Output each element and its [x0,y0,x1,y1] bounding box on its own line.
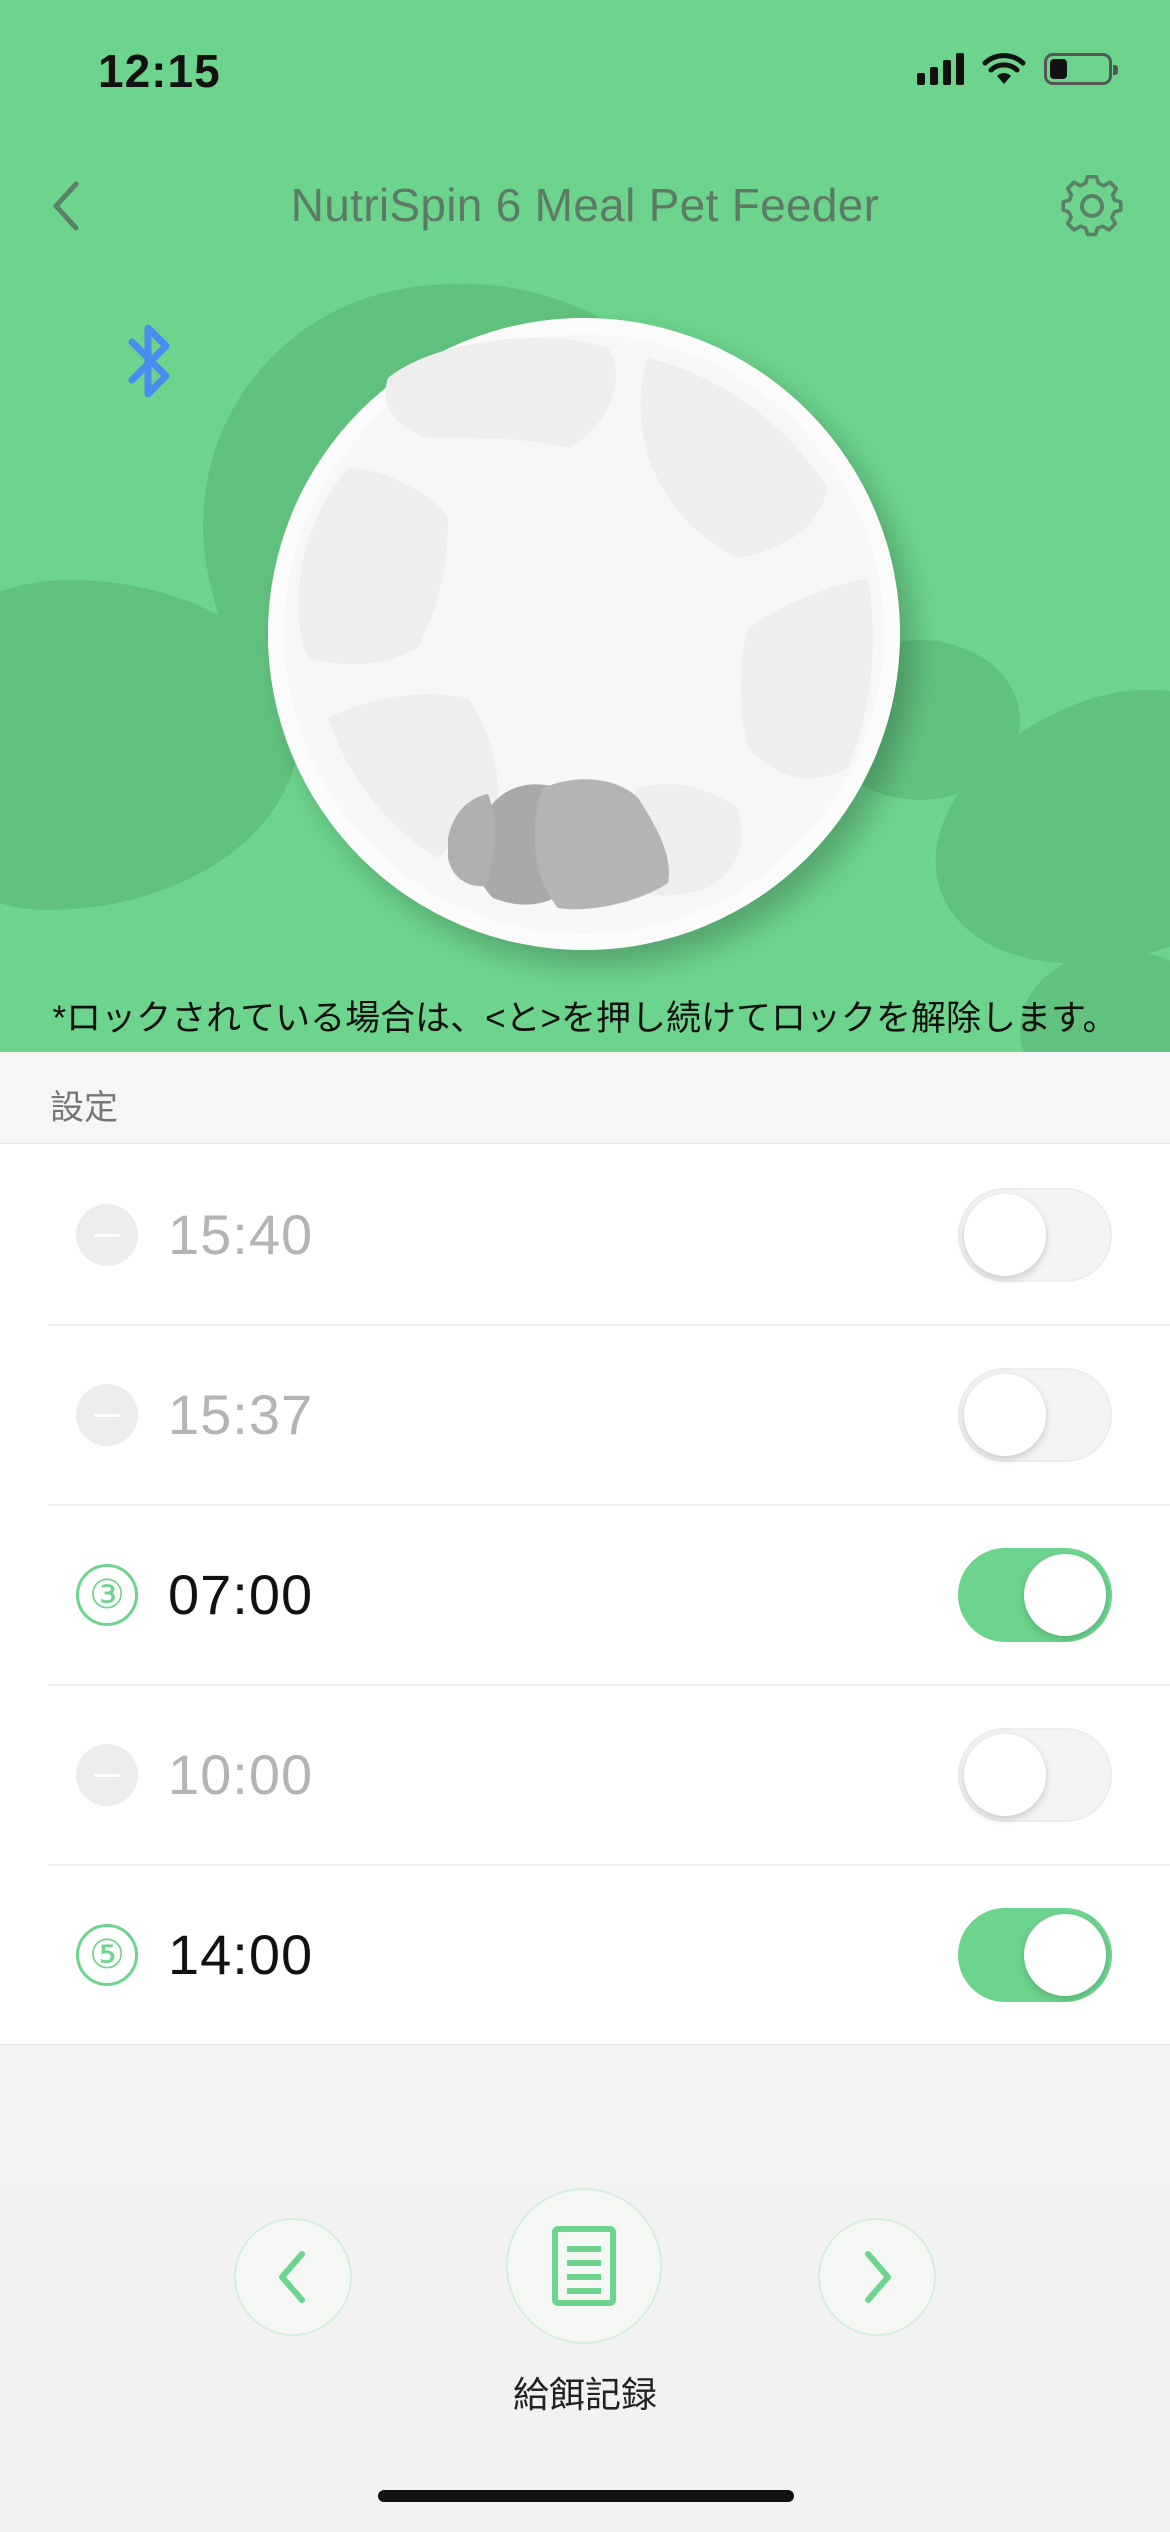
page-title: NutriSpin 6 Meal Pet Feeder [290,179,880,231]
compartment [385,338,616,448]
settings-section-header: 設定 [0,1052,1170,1144]
device-header: 12:15 NutriSpin 6 Meal Pet Feeder *ロックされ… [0,0,1170,1052]
slot-number-badge: ⑤ [76,1924,138,1986]
slot-disabled-icon [76,1744,138,1806]
feeder-dish [268,318,900,950]
next-button[interactable] [818,2218,936,2336]
schedule-toggle[interactable] [958,1548,1112,1642]
schedule-time: 15:37 [168,1383,314,1446]
cellular-signal-icon [917,53,964,85]
schedule-time: 14:00 [168,1923,314,1986]
schedule-toggle[interactable] [958,1728,1112,1822]
toggle-knob [964,1194,1046,1276]
schedule-row[interactable]: 10:00 [0,1684,1170,1864]
schedule-row[interactable]: ③ 07:00 [0,1504,1170,1684]
chevron-left-icon [279,2251,305,2303]
toggle-knob [1024,1914,1106,1996]
schedule-time: 07:00 [168,1563,314,1626]
battery-icon [1044,53,1118,85]
schedule-time: 10:00 [168,1743,314,1806]
section-label: 設定 [50,1089,118,1127]
slot-disabled-icon [76,1384,138,1446]
schedule-toggle[interactable] [958,1908,1112,2002]
chevron-right-icon [865,2251,891,2303]
slot-number-badge: ③ [76,1564,138,1626]
toggle-knob [964,1374,1046,1456]
schedule-list: 15:40 15:37 ③ 07:00 10:00 ⑤ 14:00 [0,1144,1170,2045]
gear-icon[interactable] [1058,172,1126,240]
slot-disabled-icon [76,1204,138,1266]
feeding-log-label: 給餌記録 [512,2374,657,2415]
toggle-knob [964,1734,1046,1816]
lock-instruction-text: *ロックされている場合は、<と>を押し続けてロックを解除します。 [52,999,1118,1038]
wifi-icon [982,53,1026,84]
status-icons [917,52,1118,86]
home-indicator[interactable] [378,2490,794,2502]
status-time: 12:15 [98,45,221,97]
schedule-toggle[interactable] [958,1368,1112,1462]
feeding-log-button[interactable] [506,2188,662,2344]
previous-button[interactable] [234,2218,352,2336]
schedule-time: 15:40 [168,1203,314,1266]
schedule-row[interactable]: ⑤ 14:00 [0,1864,1170,2044]
schedule-toggle[interactable] [958,1188,1112,1282]
bluetooth-icon[interactable] [120,318,180,404]
schedule-row[interactable]: 15:40 [0,1144,1170,1324]
toggle-knob [1024,1554,1106,1636]
feeder-compartments [268,318,900,950]
document-list-icon [552,2226,616,2306]
schedule-row[interactable]: 15:37 [0,1324,1170,1504]
